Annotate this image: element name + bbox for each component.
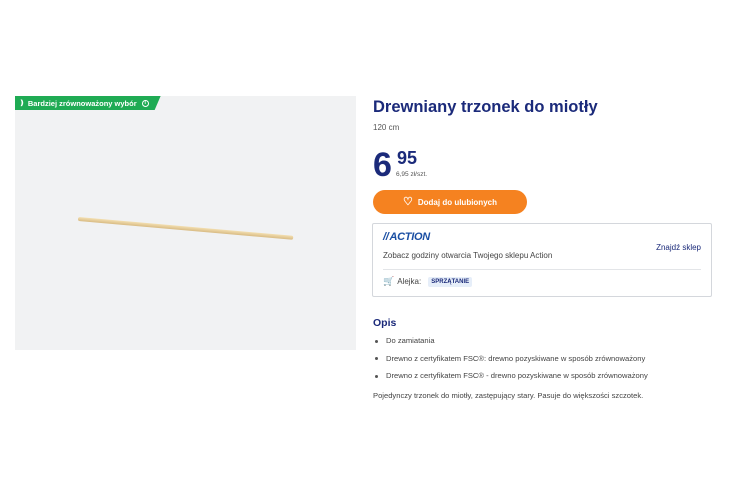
logo-text: ACTION xyxy=(389,231,431,243)
sustainable-badge[interactable]: ❫ Bardziej zrównoważony wybór i xyxy=(15,96,161,110)
find-store-link[interactable]: Znajdź sklep xyxy=(656,243,701,252)
product-image xyxy=(77,217,294,240)
description-title: Opis xyxy=(373,317,397,329)
aisle-tag[interactable]: SPRZĄTANIE xyxy=(428,276,473,287)
aisle-label: Alejka: xyxy=(397,277,422,286)
add-to-favorites-button[interactable]: ♡ Dodaj do ulubionych xyxy=(373,190,527,214)
store-info-box: //ACTION Zobacz godziny otwarcia Twojego… xyxy=(372,223,712,297)
unit-price: 6,95 zł/szt. xyxy=(396,171,428,178)
favorites-label: Dodaj do ulubionych xyxy=(417,197,497,207)
aisle-info: 🛒 Alejka: SPRZĄTANIE xyxy=(383,276,473,287)
bullet-item: Do zamiatania xyxy=(373,332,648,350)
bullet-item: Drewno z certyfikatem FSC® - drewno pozy… xyxy=(373,367,648,385)
divider xyxy=(383,269,701,270)
bullet-item: Drewno z certyfikatem FSC®: drewno pozys… xyxy=(373,350,648,368)
action-logo: //ACTION xyxy=(383,231,430,243)
product-size: 120 cm xyxy=(373,123,400,132)
info-icon[interactable]: i xyxy=(142,100,149,107)
price-decimal: 95 xyxy=(397,148,418,168)
price: 6 95 6,95 zł/szt. xyxy=(373,146,427,184)
badge-label: Bardziej zrównoważony wybór xyxy=(27,98,137,108)
product-image-panel: ❫ Bardziej zrównoważony wybór i xyxy=(15,96,356,350)
leaf-icon: ❫ xyxy=(19,100,25,107)
heart-icon: ♡ xyxy=(403,195,413,208)
cart-icon: 🛒 xyxy=(383,276,395,286)
price-integer: 6 xyxy=(373,146,392,184)
description-bullets: Do zamiatania Drewno z certyfikatem FSC®… xyxy=(373,332,648,385)
store-hours-text: Zobacz godziny otwarcia Twojego sklepu A… xyxy=(383,251,553,260)
product-title: Drewniany trzonek do miotły xyxy=(373,98,598,116)
description-text: Pojedynczy trzonek do miotły, zastępując… xyxy=(373,391,644,400)
